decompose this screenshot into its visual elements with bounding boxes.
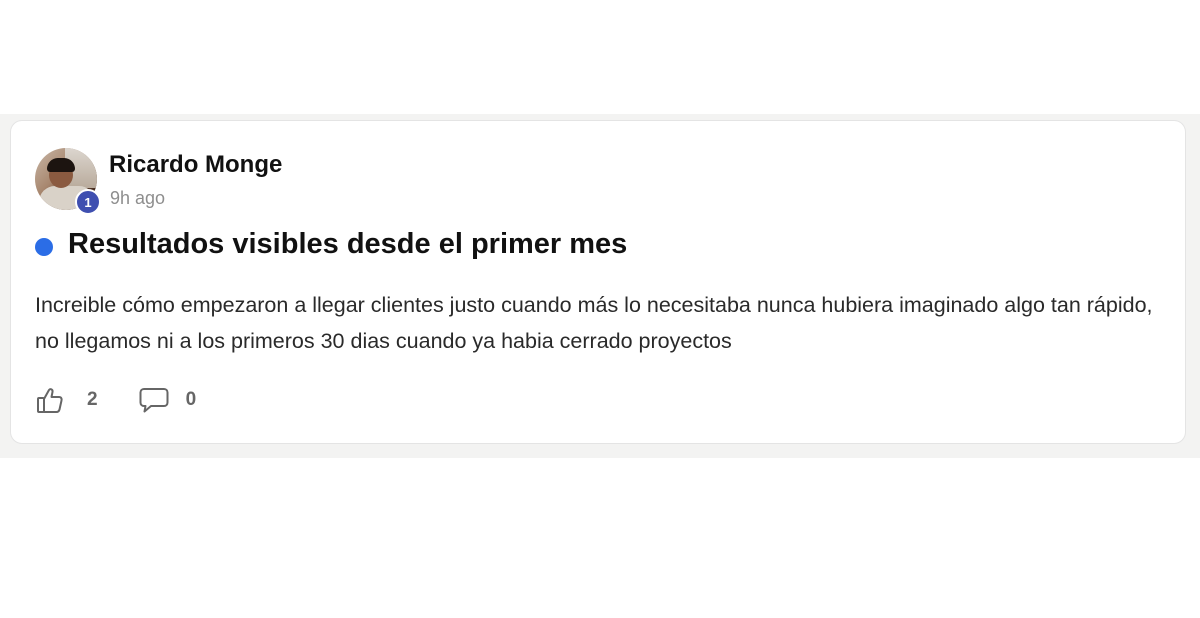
post-title-row[interactable]: Resultados visibles desde el primer mes	[35, 228, 627, 261]
post-body: Increible cómo empezaron a llegar client…	[35, 293, 1153, 353]
post-title[interactable]: Resultados visibles desde el primer mes	[68, 228, 627, 261]
like-button[interactable]: 2	[35, 385, 98, 415]
author-avatar-wrapper[interactable]: 1	[35, 148, 101, 215]
comment-bubble-icon	[138, 385, 170, 415]
unread-indicator-icon	[35, 237, 53, 256]
thumbs-up-icon	[35, 385, 65, 415]
level-badge: 1	[75, 189, 101, 215]
post-card[interactable]: 1 Ricardo Monge 9h ago Resultados visibl…	[10, 120, 1186, 444]
post-timestamp: 9h ago	[110, 188, 166, 208]
post-actions: 2 0	[35, 385, 196, 415]
comment-count: 0	[185, 389, 197, 410]
like-count: 2	[87, 389, 98, 410]
comment-button[interactable]: 0	[138, 385, 197, 415]
author-name[interactable]: Ricardo Monge	[109, 151, 282, 179]
